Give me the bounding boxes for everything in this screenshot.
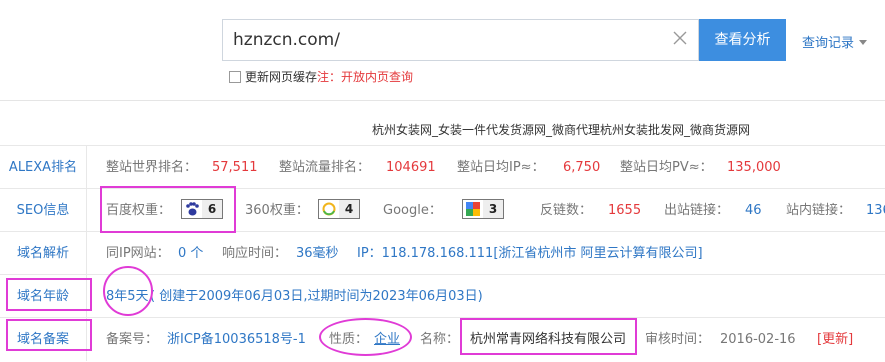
refresh-cache-label[interactable]: 更新网页缓存注：开放内页查询 xyxy=(245,68,413,85)
highlight-age-value xyxy=(103,266,153,316)
highlight-company-name xyxy=(460,318,637,355)
history-label[interactable]: 查询记录 xyxy=(802,36,854,51)
inlinks-value[interactable]: 136 xyxy=(866,189,885,232)
alexa-row: ALEXA排名 整站世界排名： 57,511 整站流量排名： 104691 整站… xyxy=(0,145,885,189)
outlinks-label: 出站链接： xyxy=(664,203,730,218)
google-icon xyxy=(463,200,483,218)
dns-label: 域名解析 xyxy=(0,232,87,275)
highlight-nature xyxy=(319,318,412,356)
search-input[interactable]: hznzcn.com/ xyxy=(222,19,699,61)
response-label: 响应时间： xyxy=(222,246,288,261)
daily-ip-value: 6,750 xyxy=(563,160,601,175)
world-rank-value[interactable]: 57,511 xyxy=(212,146,258,189)
icp-number-label: 备案号： xyxy=(106,332,159,347)
refresh-cache-checkbox[interactable] xyxy=(229,71,241,83)
icp-row: 域名备案 备案号： 浙ICP备10036518号-1 性质： 企业 名称： 杭州… xyxy=(0,317,885,361)
response-value: 36毫秒 xyxy=(296,246,339,261)
world-rank-label: 整站世界排名： xyxy=(106,160,198,175)
360-weight-label: 360权重： xyxy=(245,203,309,218)
analyze-button[interactable]: 查看分析 xyxy=(699,19,786,61)
backlinks-label: 反链数： xyxy=(540,203,593,218)
backlinks-value[interactable]: 1655 xyxy=(608,189,641,232)
ip-info[interactable]: IP：118.178.168.111[浙江省杭州市 阿里云计算有限公司] xyxy=(357,232,703,275)
same-ip-value[interactable]: 0 个 xyxy=(178,232,203,275)
icp-number-value[interactable]: 浙ICP备10036518号-1 xyxy=(167,318,306,361)
google-label: Google： xyxy=(383,203,442,218)
outlinks-value[interactable]: 46 xyxy=(745,189,762,232)
highlight-age-label xyxy=(6,278,92,311)
360-weight-value: 4 xyxy=(339,200,359,218)
divider xyxy=(0,100,885,101)
alexa-label: ALEXA排名 xyxy=(0,146,87,189)
age-detail: ( 创建于2009年06月03日,过期时间为2023年06月03日) xyxy=(150,289,483,304)
highlight-icp-label xyxy=(6,319,92,351)
daily-pv-label: 整站日均PV≈： xyxy=(620,160,713,175)
update-link[interactable]: [更新] xyxy=(817,318,853,361)
company-name-label: 名称： xyxy=(420,332,460,347)
google-badge[interactable]: 3 xyxy=(462,189,504,232)
inner-page-note: 注：开放内页查询 xyxy=(317,70,414,84)
inlinks-label: 站内链接： xyxy=(786,203,852,218)
google-value: 3 xyxy=(483,200,503,218)
360-weight-badge[interactable]: 4 xyxy=(318,189,360,232)
refresh-cache-text: 更新网页缓存 xyxy=(245,70,318,84)
chevron-down-icon xyxy=(859,40,868,45)
audit-time-value: 2016-02-16 xyxy=(720,332,796,347)
360-icon xyxy=(319,200,339,218)
search-input-value[interactable]: hznzcn.com/ xyxy=(233,30,340,50)
traffic-rank-value: 104691 xyxy=(386,160,436,175)
traffic-rank-label: 整站流量排名： xyxy=(279,160,371,175)
seo-label: SEO信息 xyxy=(0,189,87,232)
daily-pv-value: 135,000 xyxy=(727,160,781,175)
highlight-baidu-weight xyxy=(100,186,236,233)
history-dropdown[interactable]: 查询记录 xyxy=(802,32,868,51)
audit-time-label: 审核时间： xyxy=(645,332,711,347)
clear-icon[interactable] xyxy=(671,29,689,47)
daily-ip-label: 整站日均IP≈： xyxy=(457,160,545,175)
site-title: 杭州女装网_女装一件代发货源网_微商代理杭州女装批发网_微商货源网 xyxy=(372,123,751,137)
